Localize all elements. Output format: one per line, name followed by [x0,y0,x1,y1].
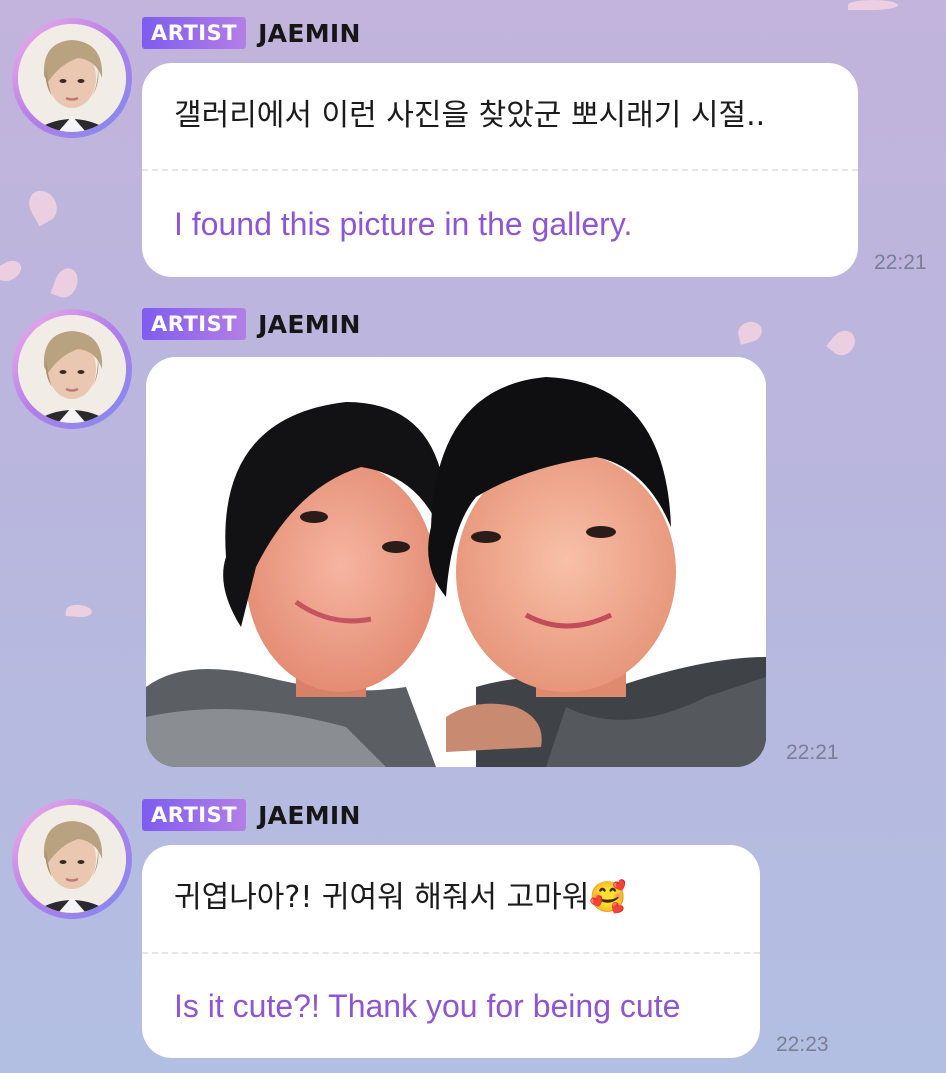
message-text-korean: 귀엽나아?! 귀여워 해줘서 고마워🥰 [174,880,627,915]
photo-message[interactable] [146,357,766,767]
sender-name[interactable]: JAEMIN [258,19,361,48]
artist-avatar[interactable] [12,309,132,429]
sender-name[interactable]: JAEMIN [258,310,361,339]
sender-name[interactable]: JAEMIN [258,801,361,830]
message-text-translation: Is it cute?! Thank you for being cute [174,988,681,1024]
artist-portrait-icon [18,24,126,132]
message-text-korean: 갤러리에서 이런 사진을 찾았군 뽀시래기 시절.. [174,98,766,133]
message-time: 22:21 [874,251,927,274]
decorative-petal [23,185,63,227]
artist-avatar[interactable] [12,18,132,138]
avatar-image [18,315,126,423]
decorative-petal [0,256,25,286]
translation-divider [142,169,858,171]
avatar-image [18,24,126,132]
decorative-petal [65,603,93,619]
avatar-image [18,805,126,913]
message-time: 22:21 [786,741,839,764]
decorative-petal [848,0,898,10]
translation-divider [142,952,760,954]
artist-badge: ARTIST [142,799,247,831]
message-bubble[interactable]: 갤러리에서 이런 사진을 찾았군 뽀시래기 시절.. I found this … [142,63,858,277]
message-bubble[interactable]: 귀엽나아?! 귀여워 해줘서 고마워🥰 Is it cute?! Thank y… [142,845,760,1058]
artist-badge: ARTIST [142,17,247,49]
artist-avatar[interactable] [12,799,132,919]
artist-badge: ARTIST [142,308,247,340]
decorative-petal [826,325,860,361]
message-text-translation: I found this picture in the gallery. [174,206,633,242]
decorative-petal [50,265,82,301]
decorative-petal [735,319,765,345]
artist-portrait-icon [18,315,126,423]
message-time: 22:23 [776,1033,829,1056]
artist-portrait-icon [18,805,126,913]
photo-of-two-boys [146,357,766,767]
